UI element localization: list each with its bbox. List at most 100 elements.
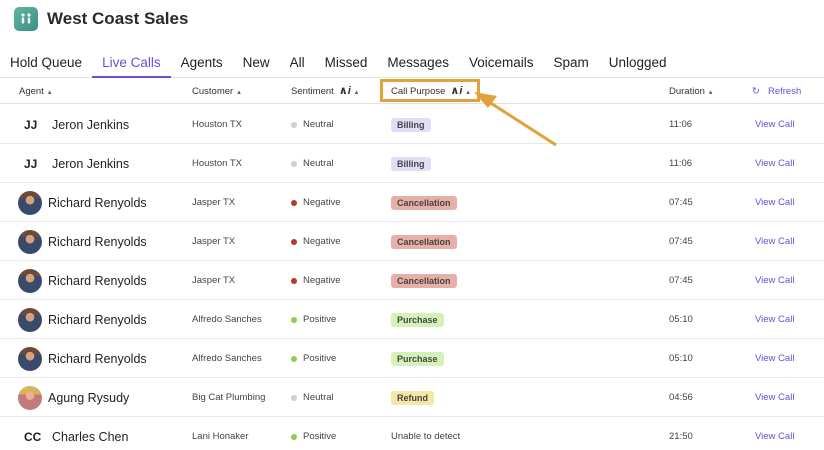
- view-call-link[interactable]: View Call: [755, 353, 794, 364]
- call-purpose-badge: Cancellation: [391, 273, 457, 288]
- sentiment-cell: Positive: [291, 300, 336, 339]
- agent-cell: Agung Rysudy: [18, 378, 129, 417]
- app-title: West Coast Sales: [47, 9, 189, 28]
- agent-name: Richard Renyolds: [48, 273, 147, 288]
- agent-name: Jeron Jenkins: [52, 156, 130, 171]
- customer-name: Houston TX: [192, 119, 242, 130]
- sentiment-label: Negative: [303, 275, 341, 286]
- duration-cell: 21:50: [669, 417, 693, 450]
- agent-cell: Richard Renyolds: [18, 183, 147, 222]
- customer-name: Houston TX: [192, 158, 242, 169]
- column-header-sentiment[interactable]: Sentiment ∧i ▴︎: [291, 79, 358, 104]
- app-logo-icon: [14, 7, 38, 31]
- agent-name: Richard Renyolds: [48, 195, 147, 210]
- sort-icon: ▴︎: [237, 89, 241, 96]
- view-call-link[interactable]: View Call: [755, 392, 794, 403]
- avatar: [18, 385, 42, 410]
- tab-voicemails[interactable]: Voicemails: [459, 48, 544, 78]
- sentiment-dot-icon: [291, 433, 297, 440]
- duration-value: 07:45: [669, 275, 693, 286]
- call-purpose-highlight-box: [380, 79, 480, 102]
- tab-spam[interactable]: Spam: [543, 48, 598, 78]
- column-header-duration[interactable]: Duration ▴︎: [669, 79, 712, 104]
- column-header-agent[interactable]: Agent ▴︎: [19, 79, 51, 104]
- agent-name: Richard Renyolds: [48, 312, 147, 327]
- agent-name: Richard Renyolds: [48, 234, 147, 249]
- duration-value: 05:10: [669, 314, 693, 325]
- ai-icon: ∧i: [338, 85, 351, 97]
- duration-cell: 07:45: [669, 261, 693, 300]
- sentiment-cell: Neutral: [291, 105, 334, 144]
- table-row: JJ Jeron Jenkins Houston TX Neutral Billi…: [0, 144, 824, 183]
- call-purpose-badge: Cancellation: [391, 234, 457, 249]
- view-call-link[interactable]: View Call: [755, 431, 794, 442]
- sentiment-dot-icon: [291, 160, 297, 167]
- agent-cell: JJ Jeron Jenkins: [24, 105, 129, 144]
- call-purpose-cell: Purchase: [391, 300, 444, 339]
- view-call-cell: View Call: [755, 105, 794, 144]
- avatar: [18, 229, 42, 254]
- call-purpose-cell: Purchase: [391, 339, 444, 378]
- table-row: Richard Renyolds Jasper TX Negative Canc…: [0, 261, 824, 300]
- customer-cell: Jasper TX: [192, 222, 235, 261]
- call-purpose-cell: Billing: [391, 144, 431, 183]
- call-purpose-cell: Cancellation: [391, 222, 457, 261]
- tab-hold-queue[interactable]: Hold Queue: [0, 48, 92, 78]
- view-call-cell: View Call: [755, 417, 794, 450]
- view-call-link[interactable]: View Call: [755, 236, 794, 247]
- view-call-link[interactable]: View Call: [755, 314, 794, 325]
- sentiment-dot-icon: [291, 238, 297, 245]
- duration-cell: 07:45: [669, 222, 693, 261]
- duration-cell: 07:45: [669, 183, 693, 222]
- tab-new[interactable]: New: [233, 48, 280, 78]
- tab-all[interactable]: All: [280, 48, 315, 78]
- call-purpose-cell: Cancellation: [391, 261, 457, 300]
- call-purpose-badge: Cancellation: [391, 195, 457, 210]
- call-purpose-cell: Refund: [391, 378, 434, 417]
- customer-cell: Big Cat Plumbing: [192, 378, 265, 417]
- sentiment-dot-icon: [291, 394, 297, 401]
- customer-name: Jasper TX: [192, 236, 236, 247]
- customer-cell: Houston TX: [192, 105, 242, 144]
- duration-cell: 11:06: [669, 105, 692, 144]
- tab-missed[interactable]: Missed: [315, 48, 378, 78]
- customer-cell: Alfredo Sanches: [192, 339, 262, 378]
- sentiment-label: Neutral: [303, 158, 334, 169]
- tab-unlogged[interactable]: Unlogged: [599, 48, 677, 78]
- view-call-link[interactable]: View Call: [755, 197, 794, 208]
- view-call-link[interactable]: View Call: [755, 275, 794, 286]
- sentiment-cell: Neutral: [291, 144, 334, 183]
- call-purpose-badge: Refund: [391, 390, 434, 405]
- view-call-cell: View Call: [755, 183, 794, 222]
- view-call-cell: View Call: [755, 222, 794, 261]
- sentiment-dot-icon: [291, 316, 297, 323]
- tab-live-calls[interactable]: Live Calls: [92, 48, 171, 78]
- avatar: [18, 307, 42, 332]
- sentiment-cell: Negative: [291, 183, 341, 222]
- tab-agents[interactable]: Agents: [171, 48, 233, 78]
- duration-value: 05:10: [669, 353, 693, 364]
- view-call-link[interactable]: View Call: [755, 119, 794, 130]
- duration-value: 07:45: [669, 236, 693, 247]
- customer-cell: Jasper TX: [192, 261, 235, 300]
- sentiment-label: Neutral: [303, 119, 334, 130]
- sentiment-dot-icon: [291, 199, 297, 206]
- view-call-cell: View Call: [755, 300, 794, 339]
- call-purpose-cell: Billing: [391, 105, 431, 144]
- sentiment-cell: Negative: [291, 261, 341, 300]
- duration-value: 07:45: [669, 197, 693, 208]
- sentiment-dot-icon: [291, 121, 297, 128]
- agent-cell: Richard Renyolds: [18, 339, 147, 378]
- call-purpose-badge: Billing: [391, 156, 431, 171]
- agent-initials: JJ: [24, 117, 38, 132]
- table-row: Richard Renyolds Jasper TX Negative Canc…: [0, 183, 824, 222]
- view-call-cell: View Call: [755, 378, 794, 417]
- agent-cell: Richard Renyolds: [18, 222, 147, 261]
- column-header-customer[interactable]: Customer ▴︎: [192, 79, 241, 104]
- refresh-icon: ↻: [752, 86, 760, 97]
- view-call-link[interactable]: View Call: [755, 158, 794, 169]
- tab-messages[interactable]: Messages: [377, 48, 459, 78]
- refresh-button[interactable]: ↻ Refresh: [752, 79, 801, 104]
- customer-name: Lani Honaker: [192, 431, 249, 442]
- sentiment-label: Positive: [303, 314, 337, 325]
